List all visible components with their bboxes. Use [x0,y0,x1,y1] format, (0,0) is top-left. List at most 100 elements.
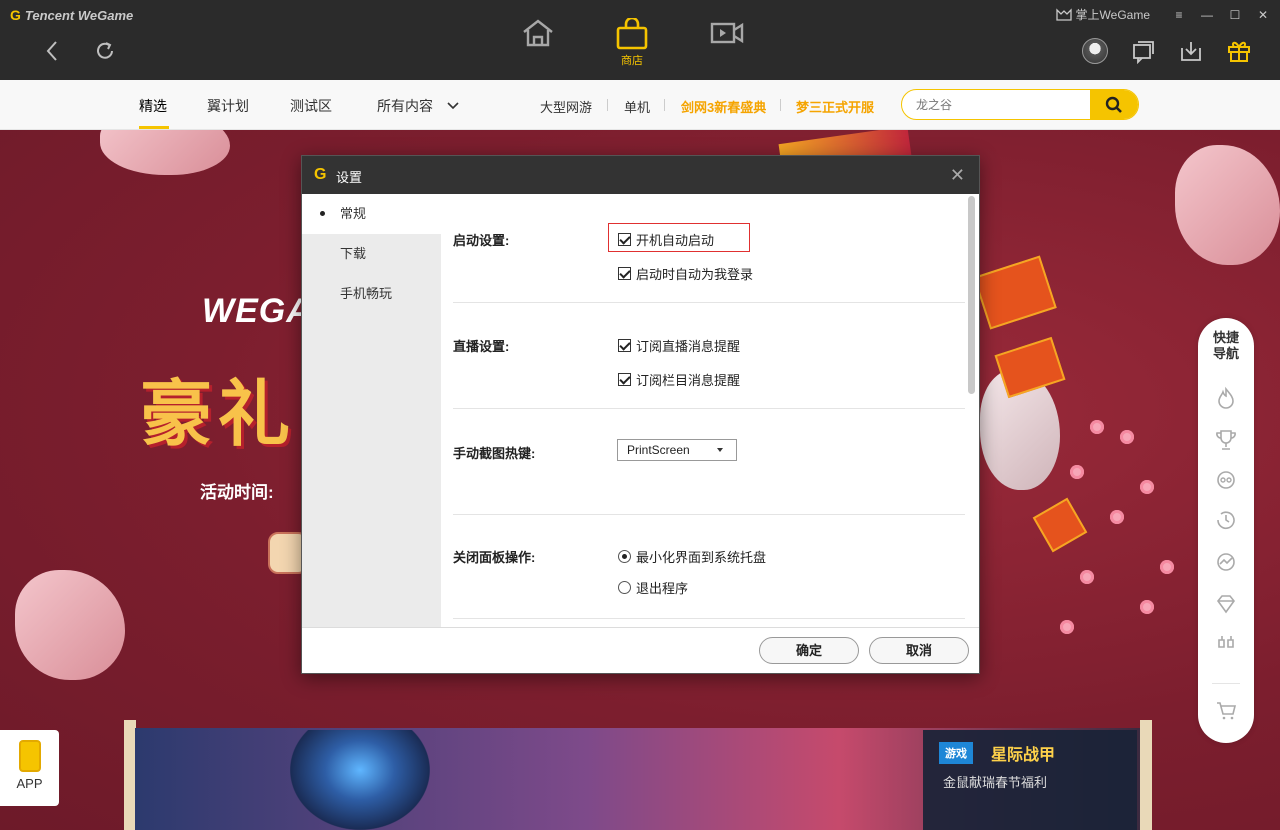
sidebar-item-download[interactable]: 下载 [302,234,441,274]
messages-icon[interactable] [1130,38,1156,64]
game-subtitle: 金鼠献瑞春节福利 [943,775,1048,790]
blossom-decoration [1090,420,1104,434]
search-input[interactable] [916,96,1086,114]
refresh-icon [97,42,113,59]
sidebar-item-label: 手机畅玩 [340,286,393,301]
column-notify-checkbox[interactable]: 订阅栏目消息提醒 [618,370,740,389]
blossom-decoration [1060,620,1074,634]
link-jx3-event[interactable]: 剑网3新春盛典 [681,97,766,116]
wegame-logo: G Tencent WeGame [10,7,133,23]
checkbox-checked-icon [618,233,631,246]
active-dot-icon [320,211,325,216]
auto-start-checkbox[interactable]: 开机自动启动 [618,230,714,249]
gift-icon[interactable] [1226,38,1252,64]
tab-featured[interactable]: 精选 [139,96,167,116]
gamepad-icon[interactable] [1214,468,1238,492]
nav-home[interactable] [513,10,563,70]
divider [607,99,608,111]
promo-time-text: 活动时间: [200,483,274,502]
cart-icon[interactable] [1214,698,1238,722]
search-icon [1105,96,1122,113]
auto-login-checkbox[interactable]: 启动时自动为我登录 [618,264,753,283]
mobile-wegame-link[interactable]: 掌上WeGame [1055,6,1150,23]
startup-section-label: 启动设置: [453,233,510,248]
link-single-player[interactable]: 单机 [624,97,650,116]
settings-dialog: G 设置 ✕ 常规 下载 手机畅玩 启动设置: 开机自动启动 启动时自动为我登录… [301,155,980,674]
close-icon[interactable]: ✕ [950,165,965,186]
quick-nav-title-line2: 导航 [1212,346,1239,361]
radio-unselected-icon [618,581,631,594]
option-label: 订阅直播消息提醒 [636,339,741,354]
quote-icon[interactable] [1214,632,1238,656]
diamond-icon[interactable] [1214,592,1238,616]
option-label: 开机自动启动 [636,233,715,248]
back-button[interactable] [40,38,66,64]
tab-wing-plan[interactable]: 翼计划 [207,96,249,116]
blossom-decoration [1070,465,1084,479]
wegame-logo-icon: G [10,7,21,23]
chevron-down-icon [447,102,459,110]
sidebar-item-mobile-play[interactable]: 手机畅玩 [302,274,441,314]
game-tag-badge: 游戏 [939,742,973,764]
confirm-button[interactable]: 确定 [759,637,859,664]
nav-store[interactable]: 商店 [607,10,657,70]
blossom-decoration [1140,480,1154,494]
game-title: 星际战甲 [991,747,1056,764]
promo-headline: 豪礼 [140,375,297,455]
blossom-decoration [1080,570,1094,584]
settings-sidebar: 常规 下载 手机畅玩 [302,194,441,627]
link-mmo[interactable]: 大型网游 [540,97,592,116]
sub-nav: 精选 翼计划 测试区 所有内容 大型网游 单机 剑网3新春盛典 梦三正式开服 [0,80,1280,130]
nav-store-label: 商店 [621,55,643,67]
cancel-button[interactable]: 取消 [869,637,969,664]
exit-program-radio[interactable]: 退出程序 [618,578,688,597]
maximize-button[interactable]: ☐ [1228,8,1242,22]
settings-content: 启动设置: 开机自动启动 启动时自动为我登录 直播设置: 订阅直播消息提醒 订阅… [441,194,979,627]
hotkey-value: PrintScreen [627,443,690,457]
search-box [901,89,1139,120]
game-card[interactable]: 游戏 星际战甲 金鼠献瑞春节福利 [923,730,1137,830]
search-button[interactable] [1090,90,1138,119]
toolbar-right [1082,38,1252,64]
blossom-decoration [1110,510,1124,524]
history-icon[interactable] [1214,508,1238,532]
phone-icon [18,740,41,772]
sidebar-item-label: 常规 [340,206,367,221]
user-avatar[interactable] [1082,38,1108,64]
dialog-title: 设置 [336,170,363,185]
option-label: 订阅栏目消息提醒 [636,373,741,388]
tab-test-zone[interactable]: 测试区 [290,96,332,116]
download-icon[interactable] [1178,38,1204,64]
screenshot-section-label: 手动截图热键: [453,446,536,461]
scrollbar-thumb[interactable] [968,196,975,394]
menu-button[interactable]: ≡ [1172,8,1186,22]
blossom-decoration [1160,560,1174,574]
chart-icon[interactable] [1214,550,1238,574]
settings-scrollbar[interactable] [966,196,976,396]
nav-video[interactable] [702,10,752,70]
flame-icon[interactable] [1214,386,1238,410]
app-download-badge[interactable]: APP [0,730,59,806]
checkbox-checked-icon [618,267,631,280]
quick-nav-title-line1: 快捷 [1212,330,1239,345]
dropdown-arrow-icon [717,448,723,452]
trophy-icon[interactable] [1214,428,1238,452]
refresh-button[interactable] [92,38,118,64]
window-controls: 掌上WeGame ≡ — ☐ ✕ [1055,6,1270,23]
checkbox-checked-icon [618,339,631,352]
logo-text: Tencent WeGame [24,7,134,23]
screenshot-hotkey-select[interactable]: PrintScreen [617,439,737,461]
chevron-left-icon [46,41,57,61]
divider [1212,683,1240,684]
close-window-button[interactable]: ✕ [1256,8,1270,22]
live-notify-checkbox[interactable]: 订阅直播消息提醒 [618,336,740,355]
live-section-label: 直播设置: [453,339,510,354]
tab-all-content[interactable]: 所有内容 [377,96,459,116]
red-envelope-decoration [994,336,1066,399]
minimize-button[interactable]: — [1200,8,1214,22]
divider [453,408,965,409]
minimize-to-tray-radio[interactable]: 最小化界面到系统托盘 [618,547,766,566]
decorative-blob [15,570,125,680]
sidebar-item-general[interactable]: 常规 [302,194,441,234]
link-m3-launch[interactable]: 梦三正式开服 [796,97,874,116]
